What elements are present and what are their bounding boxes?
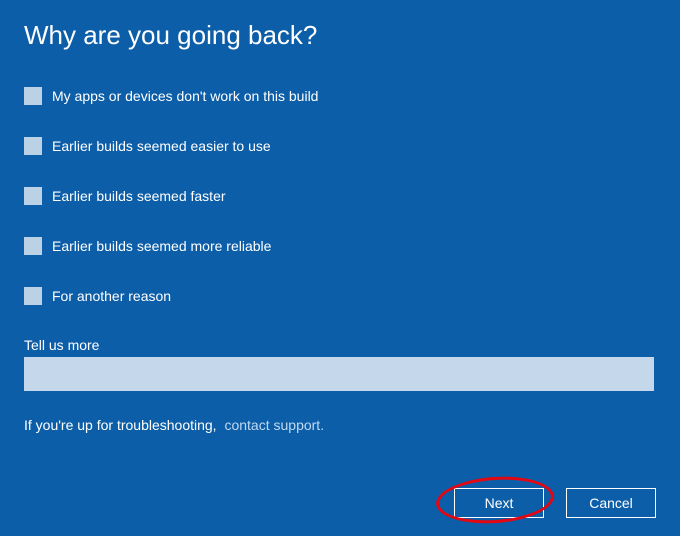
checkbox-icon[interactable]	[24, 137, 42, 155]
option-row-4[interactable]: For another reason	[24, 287, 656, 305]
tell-more-input[interactable]	[24, 357, 654, 391]
next-button[interactable]: Next	[454, 488, 544, 518]
option-row-0[interactable]: My apps or devices don't work on this bu…	[24, 87, 656, 105]
checkbox-icon[interactable]	[24, 237, 42, 255]
option-label: Earlier builds seemed easier to use	[52, 138, 271, 154]
troubleshoot-prefix: If you're up for troubleshooting,	[24, 417, 217, 433]
page-title: Why are you going back?	[24, 20, 656, 51]
checkbox-icon[interactable]	[24, 87, 42, 105]
option-label: My apps or devices don't work on this bu…	[52, 88, 318, 104]
contact-support-link[interactable]: contact support.	[224, 417, 324, 433]
cancel-button[interactable]: Cancel	[566, 488, 656, 518]
option-label: For another reason	[52, 288, 171, 304]
option-row-2[interactable]: Earlier builds seemed faster	[24, 187, 656, 205]
option-row-1[interactable]: Earlier builds seemed easier to use	[24, 137, 656, 155]
checkbox-icon[interactable]	[24, 287, 42, 305]
tell-more-label: Tell us more	[24, 337, 656, 353]
troubleshoot-text: If you're up for troubleshooting, contac…	[24, 417, 656, 433]
checkbox-icon[interactable]	[24, 187, 42, 205]
option-label: Earlier builds seemed more reliable	[52, 238, 271, 254]
option-row-3[interactable]: Earlier builds seemed more reliable	[24, 237, 656, 255]
option-label: Earlier builds seemed faster	[52, 188, 226, 204]
